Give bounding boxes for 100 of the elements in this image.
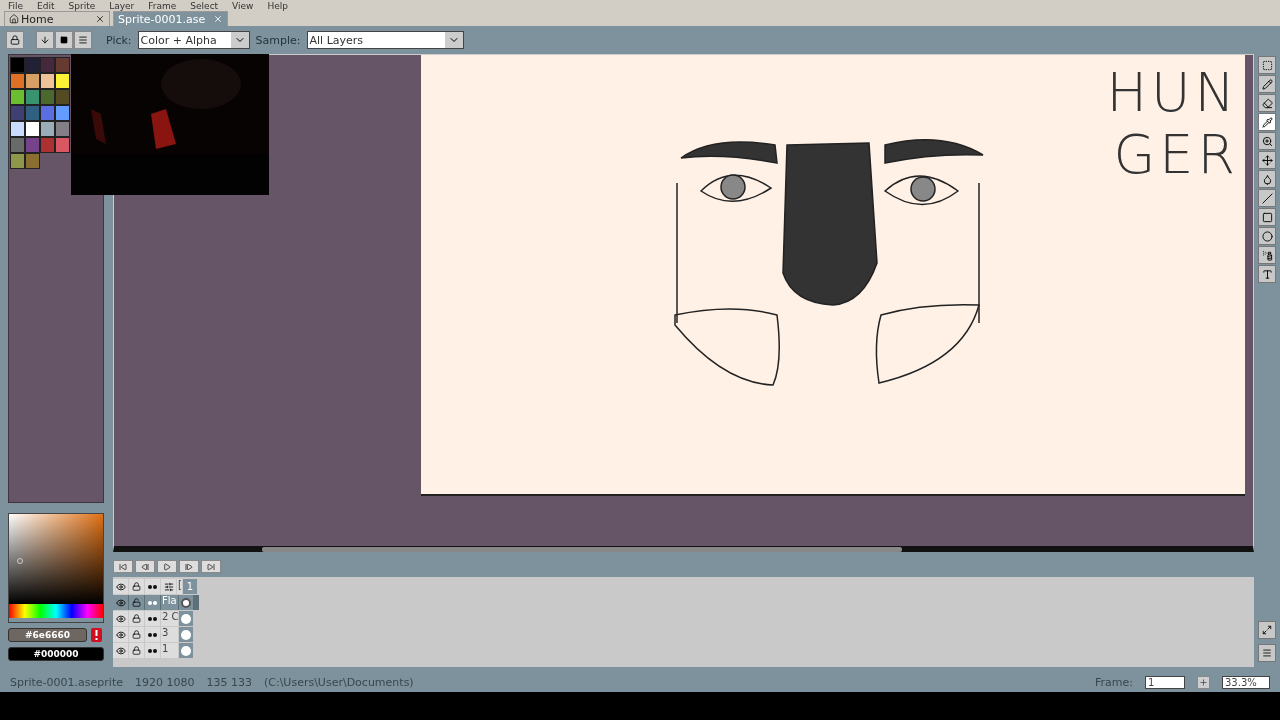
color-picker[interactable]: [8, 513, 104, 623]
plus-icon: [1199, 677, 1208, 687]
color-swatch[interactable]: [10, 57, 25, 73]
pencil-tool-icon[interactable]: [1258, 75, 1276, 93]
link-icon[interactable]: [148, 632, 157, 637]
menu-item[interactable]: Help: [267, 0, 288, 11]
menu-icon: [1262, 648, 1272, 658]
eye-icon[interactable]: [115, 597, 126, 608]
close-icon[interactable]: [95, 14, 105, 24]
sprite-size: 1920 1080: [134, 675, 195, 689]
playback-button[interactable]: [135, 560, 155, 573]
pick-dropdown[interactable]: Color + Alpha: [137, 31, 250, 49]
link-icon[interactable]: [148, 616, 157, 621]
eye-icon[interactable]: [115, 629, 126, 640]
move-tool-icon[interactable]: [1258, 151, 1276, 169]
color-swatch[interactable]: [25, 153, 40, 169]
sliders-icon[interactable]: [163, 581, 174, 592]
menu-item[interactable]: Edit: [37, 0, 55, 11]
rectangle-tool-icon[interactable]: [1258, 208, 1276, 226]
marquee-tool-icon[interactable]: [1258, 56, 1276, 74]
square-icon: [60, 36, 68, 44]
playback-button[interactable]: [179, 560, 199, 573]
cel-dot[interactable]: [181, 613, 191, 624]
zoom-tool-icon[interactable]: [1258, 132, 1276, 150]
lock-icon[interactable]: [132, 598, 141, 607]
color-swatch[interactable]: [10, 89, 25, 105]
tab[interactable]: Home: [4, 11, 110, 26]
color-swatch[interactable]: [40, 73, 55, 89]
color-swatch[interactable]: [25, 121, 40, 137]
cel-dot[interactable]: [181, 629, 191, 640]
file-path: (C:\Users\User\Documents): [263, 675, 414, 689]
layer-name[interactable]: 2 C: [161, 611, 178, 626]
add-button[interactable]: [1197, 675, 1210, 689]
text-tool-icon[interactable]: [1258, 265, 1276, 283]
color-swatch[interactable]: [25, 73, 40, 89]
playback-button[interactable]: [157, 560, 177, 573]
panel-button[interactable]: [1258, 644, 1276, 662]
fit-button[interactable]: [1258, 621, 1276, 639]
frame-field[interactable]: 1: [1145, 675, 1185, 689]
playback-button[interactable]: [113, 560, 133, 573]
color-swatch[interactable]: [10, 153, 25, 169]
home-icon: [9, 14, 19, 24]
color-swatch[interactable]: [10, 73, 25, 89]
eraser-tool-icon[interactable]: [1258, 94, 1276, 112]
menu-item[interactable]: View: [232, 0, 254, 11]
spray-tool-icon[interactable]: [1258, 246, 1276, 264]
color-swatch[interactable]: [40, 121, 55, 137]
zoom-field[interactable]: 33.3%: [1222, 675, 1270, 689]
cel-dot[interactable]: [181, 645, 191, 656]
color-swatch[interactable]: [40, 57, 55, 73]
lock-icon[interactable]: [132, 614, 141, 623]
sample-label: Sample:: [255, 33, 301, 47]
lock-icon: [10, 35, 20, 45]
lock-icon[interactable]: [132, 630, 141, 639]
color-swatch[interactable]: [25, 105, 40, 121]
color-swatch[interactable]: [10, 105, 25, 121]
menu-item[interactable]: Select: [190, 0, 219, 11]
layer-name[interactable]: [: [177, 579, 182, 594]
cel-dot[interactable]: [181, 597, 191, 608]
sample-dropdown[interactable]: All Layers: [306, 31, 464, 49]
color-swatch[interactable]: [55, 105, 70, 121]
color-swatch[interactable]: [25, 57, 40, 73]
color-swatch[interactable]: [55, 89, 70, 105]
ellipse-tool-icon[interactable]: [1258, 227, 1276, 245]
layer-row[interactable]: [ 1: [113, 579, 199, 594]
square-button[interactable]: [55, 31, 73, 49]
layer-name[interactable]: 1: [161, 643, 178, 658]
eye-icon[interactable]: [115, 645, 126, 656]
menu-item[interactable]: Layer: [109, 0, 135, 11]
background-color-field[interactable]: #000000: [8, 647, 104, 661]
color-swatch[interactable]: [55, 137, 70, 153]
foreground-color-field[interactable]: #6e6660: [8, 628, 87, 642]
lock-button[interactable]: [6, 31, 24, 49]
menu-item[interactable]: Frame: [148, 0, 177, 11]
warning-icon: [91, 628, 102, 642]
color-swatch[interactable]: [40, 137, 55, 153]
color-swatch[interactable]: [55, 73, 70, 89]
eye-icon[interactable]: [115, 581, 126, 592]
bucket-tool-icon[interactable]: [1258, 170, 1276, 188]
color-swatch[interactable]: [10, 121, 25, 137]
color-swatch[interactable]: [25, 137, 40, 153]
color-swatch[interactable]: [40, 105, 55, 121]
color-swatch[interactable]: [10, 137, 25, 153]
playback-button[interactable]: [201, 560, 221, 573]
file-name: Sprite-0001.aseprite: [10, 675, 123, 689]
eye-icon[interactable]: [115, 613, 126, 624]
lock-icon[interactable]: [132, 646, 141, 655]
color-swatch[interactable]: [25, 89, 40, 105]
line-tool-icon[interactable]: [1258, 189, 1276, 207]
link-icon[interactable]: [148, 584, 157, 589]
cursor-position: 135 133: [206, 675, 252, 689]
color-swatch[interactable]: [55, 57, 70, 73]
menu-item[interactable]: File: [8, 0, 24, 11]
link-icon[interactable]: [148, 648, 157, 653]
layer-name[interactable]: 3: [161, 627, 178, 642]
color-swatch[interactable]: [40, 89, 55, 105]
menu-item[interactable]: Sprite: [68, 0, 96, 11]
lock-icon[interactable]: [132, 582, 141, 591]
eyedropper-tool-icon[interactable]: [1258, 113, 1276, 131]
color-swatch[interactable]: [55, 121, 70, 137]
